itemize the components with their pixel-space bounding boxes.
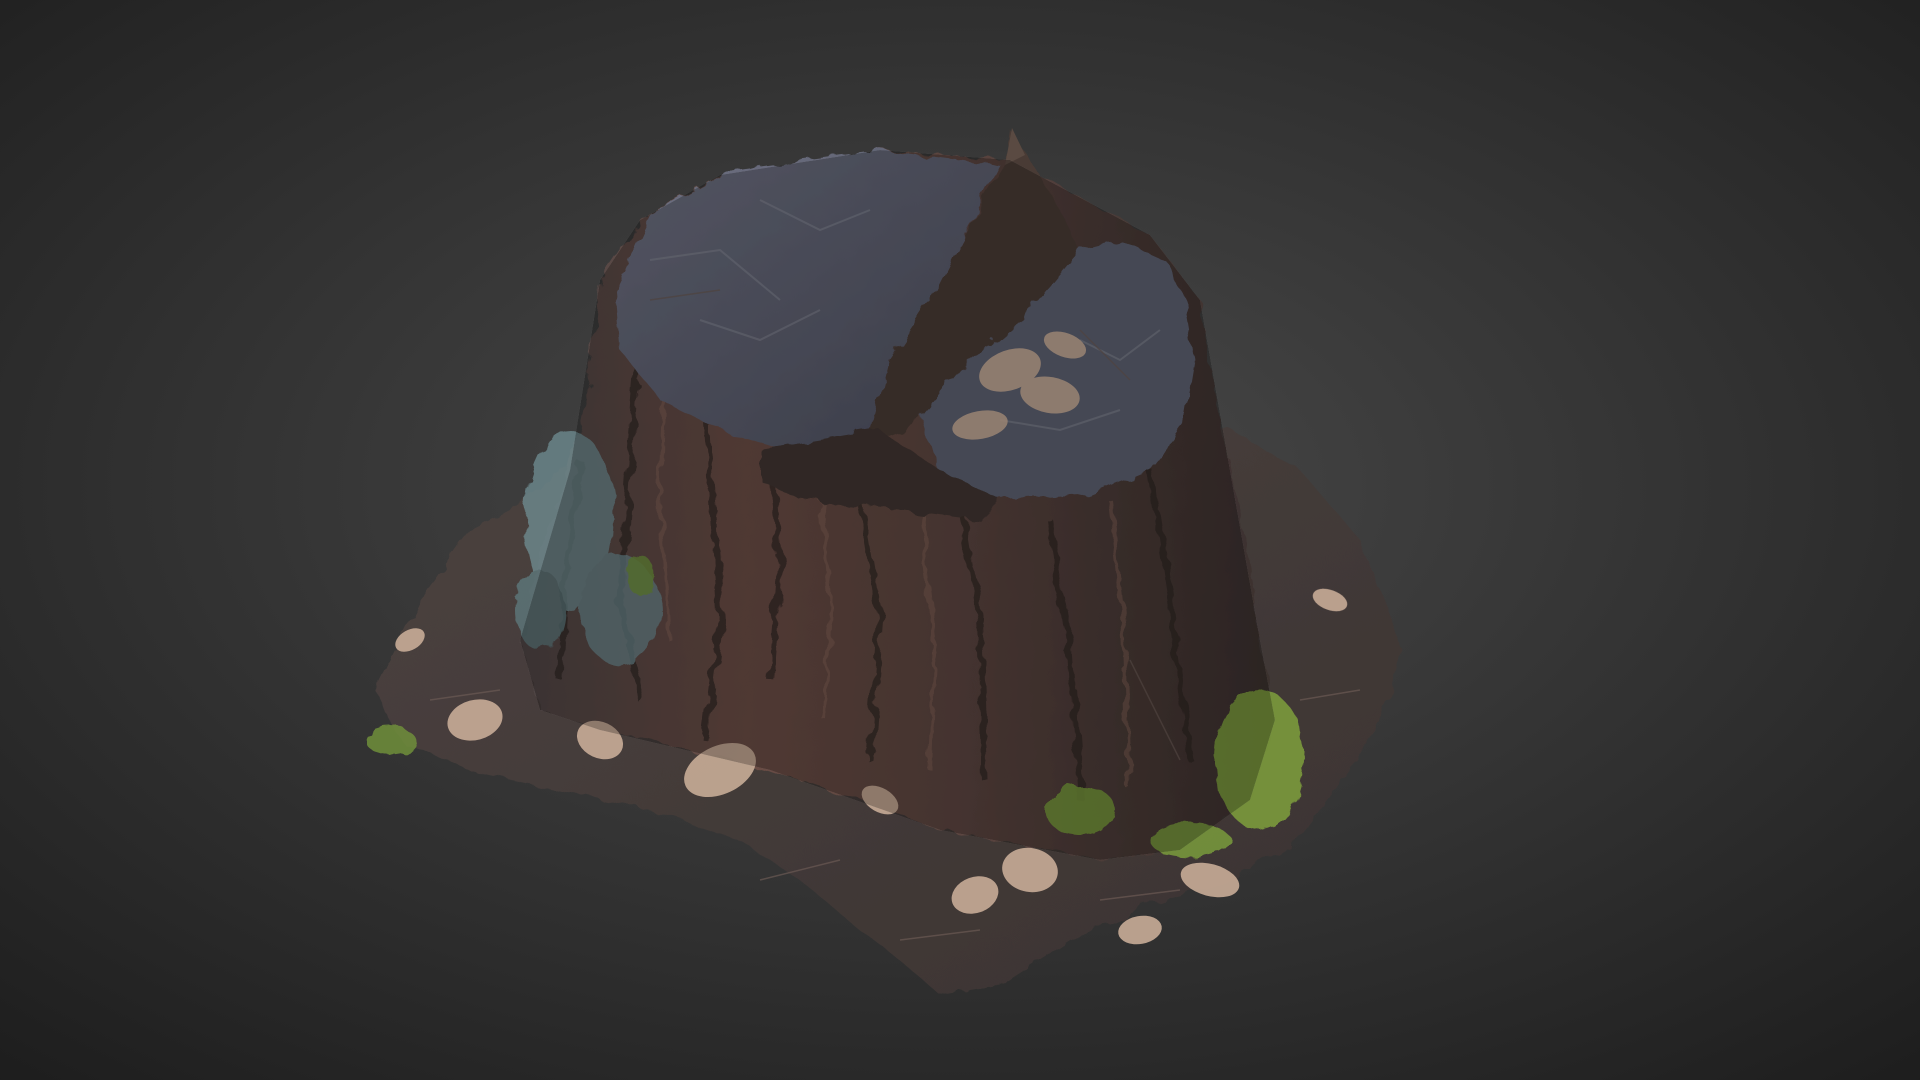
- stump-render: [0, 0, 1920, 1080]
- 3d-viewport[interactable]: [0, 0, 1920, 1080]
